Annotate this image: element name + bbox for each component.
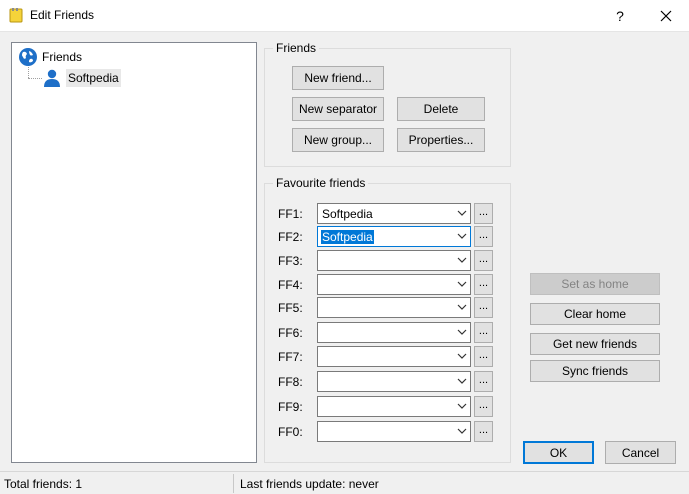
properties-button[interactable]: Properties... [397, 128, 485, 152]
get-new-friends-button[interactable]: Get new friends [530, 333, 660, 355]
close-icon [660, 10, 672, 21]
title-bar: Edit Friends ? [0, 0, 689, 32]
ff-browse-button[interactable]: ... [474, 226, 493, 247]
tree-label-friends: Friends [42, 50, 83, 64]
help-button[interactable]: ? [597, 0, 643, 31]
ff-label: FF2: [278, 230, 303, 244]
ff-combobox[interactable] [317, 346, 471, 367]
ff-browse-button[interactable]: ... [474, 421, 493, 442]
ff-label: FF8: [278, 375, 303, 389]
total-friends-status: Total friends: 1 [4, 477, 83, 491]
ff-combobox-value: Softpedia [321, 230, 374, 244]
chevron-down-icon[interactable] [457, 329, 467, 336]
ff-label: FF5: [278, 301, 303, 315]
ff-label: FF4: [278, 278, 303, 292]
friends-group-title: Friends [273, 41, 320, 55]
ff-browse-button[interactable]: ... [474, 396, 493, 417]
chevron-down-icon[interactable] [457, 403, 467, 410]
cancel-button[interactable]: Cancel [605, 441, 676, 464]
friends-tree[interactable]: Friends Softpedia [11, 42, 257, 463]
chevron-down-icon[interactable] [457, 257, 467, 264]
chevron-down-icon[interactable] [457, 353, 467, 360]
ff-browse-button[interactable]: ... [474, 346, 493, 367]
ff-browse-button[interactable]: ... [474, 371, 493, 392]
ff-combobox[interactable]: Softpedia [317, 226, 471, 247]
ff-combobox[interactable] [317, 297, 471, 318]
ff-browse-button[interactable]: ... [474, 274, 493, 295]
chevron-down-icon[interactable] [457, 233, 467, 240]
ff-combobox[interactable] [317, 322, 471, 343]
ok-button[interactable]: OK [523, 441, 594, 464]
ff-label: FF0: [278, 425, 303, 439]
globe-icon [19, 48, 37, 66]
ff-combobox[interactable] [317, 396, 471, 417]
ff-combobox[interactable] [317, 250, 471, 271]
delete-button[interactable]: Delete [397, 97, 485, 121]
ff-combobox[interactable]: Softpedia [317, 203, 471, 224]
chevron-down-icon[interactable] [457, 210, 467, 217]
ff-combobox[interactable] [317, 274, 471, 295]
set-as-home-button[interactable]: Set as home [530, 273, 660, 295]
new-separator-button[interactable]: New separator [292, 97, 384, 121]
ff-browse-button[interactable]: ... [474, 203, 493, 224]
favourite-friends-title: Favourite friends [273, 176, 369, 190]
chevron-down-icon[interactable] [457, 304, 467, 311]
chevron-down-icon[interactable] [457, 378, 467, 385]
status-separator [233, 474, 234, 493]
ff-browse-button[interactable]: ... [474, 297, 493, 318]
ff-browse-button[interactable]: ... [474, 322, 493, 343]
window-title: Edit Friends [30, 8, 95, 22]
ff-label: FF7: [278, 350, 303, 364]
chevron-down-icon[interactable] [457, 281, 467, 288]
ff-combobox[interactable] [317, 421, 471, 442]
tree-connector [28, 78, 42, 79]
tree-item-friends[interactable]: Friends [18, 47, 82, 67]
new-group-button[interactable]: New group... [292, 128, 384, 152]
ff-combobox-value: Softpedia [322, 207, 373, 221]
sync-friends-button[interactable]: Sync friends [530, 360, 660, 382]
notepad-icon [9, 8, 23, 23]
close-button[interactable] [643, 0, 689, 31]
ff-combobox[interactable] [317, 371, 471, 392]
ff-label: FF1: [278, 207, 303, 221]
clear-home-button[interactable]: Clear home [530, 303, 660, 325]
last-update-status: Last friends update: never [240, 477, 379, 491]
status-bar: Total friends: 1 Last friends update: ne… [0, 471, 689, 494]
ff-browse-button[interactable]: ... [474, 250, 493, 271]
new-friend-button[interactable]: New friend... [292, 66, 384, 90]
person-icon [44, 69, 60, 87]
tree-label-softpedia: Softpedia [66, 69, 121, 87]
ff-label: FF9: [278, 400, 303, 414]
tree-item-softpedia[interactable]: Softpedia [42, 67, 121, 89]
ff-label: FF6: [278, 326, 303, 340]
chevron-down-icon[interactable] [457, 428, 467, 435]
ff-label: FF3: [278, 254, 303, 268]
